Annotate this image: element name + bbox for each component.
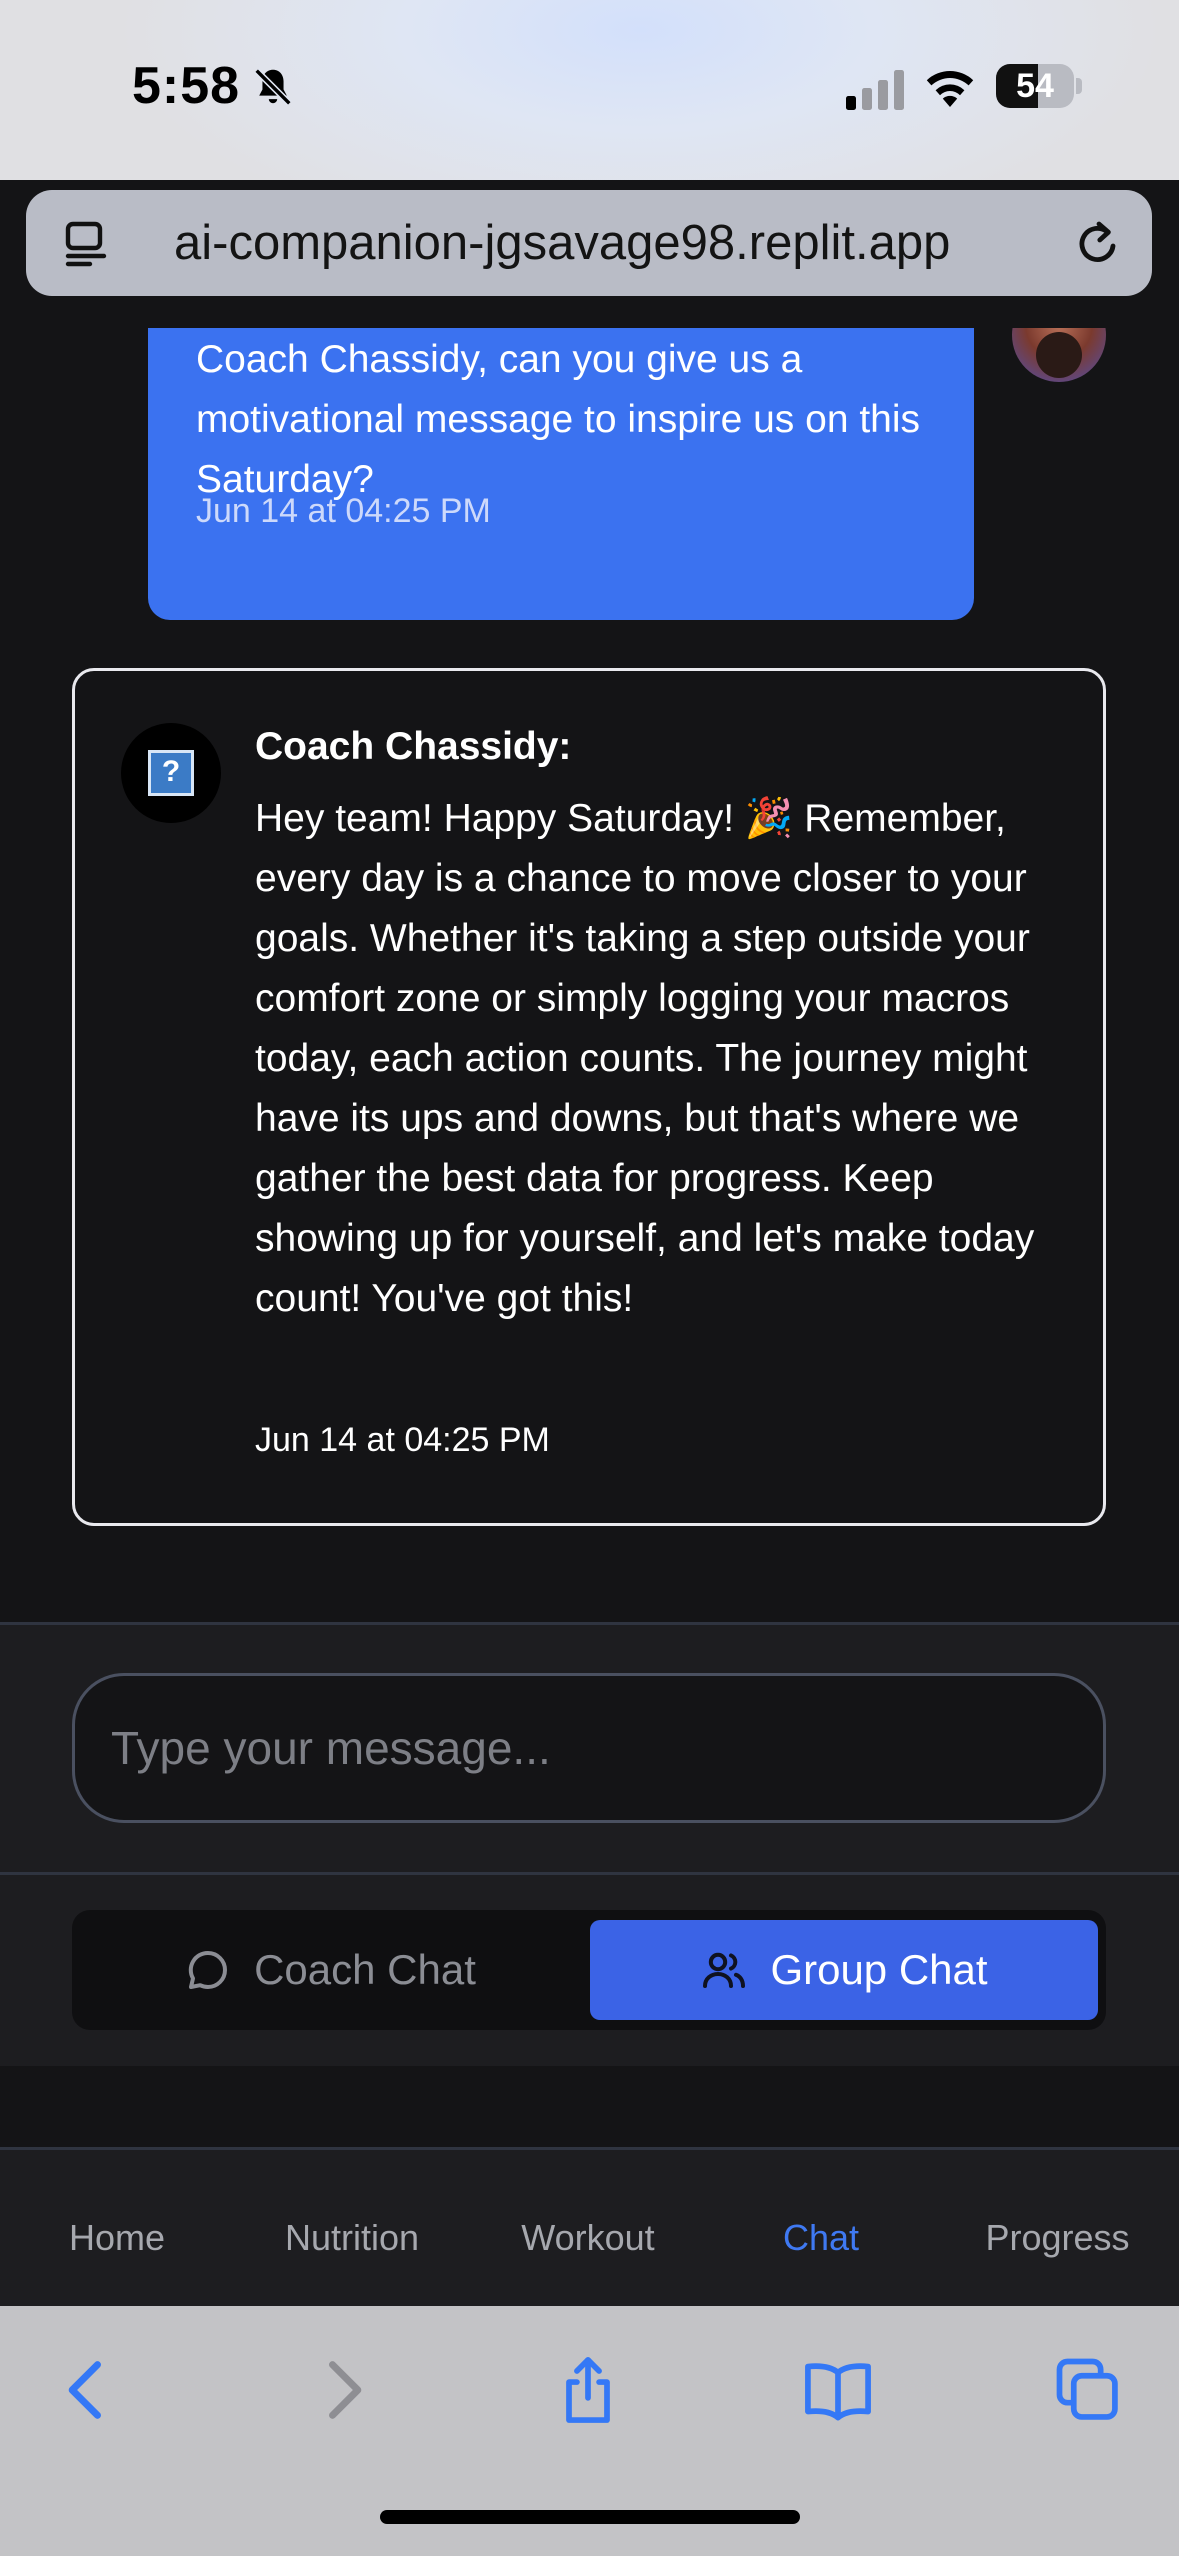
user-avatar bbox=[1012, 328, 1106, 382]
wifi-icon bbox=[926, 71, 974, 107]
url-text[interactable]: ai-companion-jgsavage98.replit.app bbox=[174, 190, 950, 296]
tabs-icon[interactable] bbox=[1050, 2352, 1126, 2428]
bookmarks-icon[interactable] bbox=[800, 2352, 876, 2428]
status-bar: 5:58 54 bbox=[0, 0, 1179, 180]
users-icon bbox=[703, 1952, 746, 1988]
chat-messages[interactable]: Coach Chassidy, can you give us a motiva… bbox=[0, 328, 1179, 1622]
spacer bbox=[0, 2066, 1179, 2150]
nav-home[interactable]: Home bbox=[0, 2150, 234, 2306]
app-bottom-nav: Home Nutrition Workout Chat Progress bbox=[0, 2150, 1179, 2306]
battery-icon: 54 bbox=[996, 64, 1082, 108]
coach-message: ? Coach Chassidy: Hey team! Happy Saturd… bbox=[72, 668, 1106, 1526]
status-time: 5:58 bbox=[132, 57, 241, 115]
coach-sender-name: Coach Chassidy: bbox=[255, 725, 572, 768]
nav-workout[interactable]: Workout bbox=[470, 2150, 706, 2306]
broken-image-icon: ? bbox=[148, 750, 194, 796]
bell-slash-icon bbox=[254, 68, 292, 106]
home-indicator bbox=[380, 2510, 800, 2524]
forward-arrow-icon[interactable] bbox=[304, 2352, 380, 2428]
message-input-wrapper[interactable] bbox=[72, 1673, 1106, 1823]
nav-progress[interactable]: Progress bbox=[936, 2150, 1179, 2306]
cellular-signal-icon bbox=[846, 70, 904, 110]
reader-mode-icon[interactable] bbox=[62, 218, 114, 270]
address-bar[interactable]: ai-companion-jgsavage98.replit.app bbox=[26, 190, 1152, 296]
message-composer bbox=[0, 1622, 1179, 1872]
chat-mode-bar: Coach Chat Group Chat bbox=[0, 1872, 1179, 2066]
user-message-timestamp: Jun 14 at 04:25 PM bbox=[196, 492, 491, 530]
tab-coach-chat-label: Coach Chat bbox=[254, 1946, 476, 1993]
nav-nutrition[interactable]: Nutrition bbox=[234, 2150, 470, 2306]
tab-group-chat-label: Group Chat bbox=[770, 1946, 988, 1993]
nav-chat[interactable]: Chat bbox=[706, 2150, 936, 2306]
chat-mode-tabs: Coach Chat Group Chat bbox=[72, 1910, 1106, 2030]
reload-icon[interactable] bbox=[1072, 218, 1124, 270]
message-input[interactable] bbox=[111, 1676, 1061, 1820]
tab-group-chat[interactable]: Group Chat bbox=[590, 1920, 1098, 2020]
share-icon[interactable] bbox=[550, 2352, 626, 2428]
user-message-text: Coach Chassidy, can you give us a motiva… bbox=[196, 338, 921, 501]
coach-avatar: ? bbox=[121, 723, 221, 823]
coach-message-timestamp: Jun 14 at 04:25 PM bbox=[255, 1421, 550, 1459]
chat-bubble-icon bbox=[188, 1950, 228, 1989]
coach-message-text: Hey team! Happy Saturday! 🎉 Remember, ev… bbox=[255, 797, 1035, 1320]
battery-level: 54 bbox=[1016, 67, 1054, 105]
tab-coach-chat[interactable]: Coach Chat bbox=[80, 1920, 580, 2020]
back-arrow-icon[interactable] bbox=[50, 2352, 126, 2428]
